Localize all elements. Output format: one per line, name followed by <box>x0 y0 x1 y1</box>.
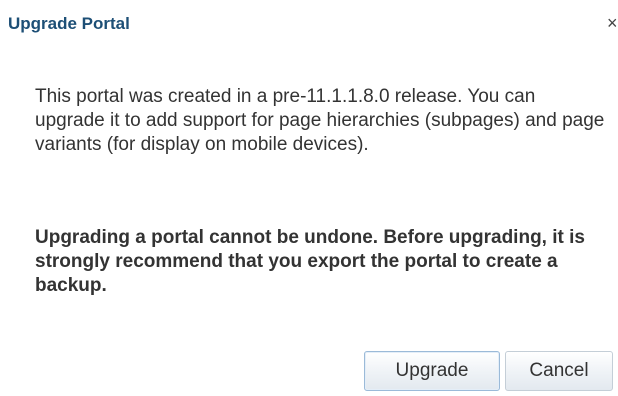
close-icon[interactable]: × <box>607 12 618 34</box>
dialog-warning: Upgrading a portal cannot be undone. Bef… <box>35 227 585 296</box>
dialog-title: Upgrade Portal <box>8 14 130 33</box>
upgrade-button[interactable]: Upgrade <box>364 351 500 391</box>
dialog-message: This portal was created in a pre-11.1.1.… <box>35 86 605 155</box>
upgrade-portal-dialog: Upgrade Portal × This portal was created… <box>0 0 618 396</box>
cancel-button[interactable]: Cancel <box>505 351 613 391</box>
